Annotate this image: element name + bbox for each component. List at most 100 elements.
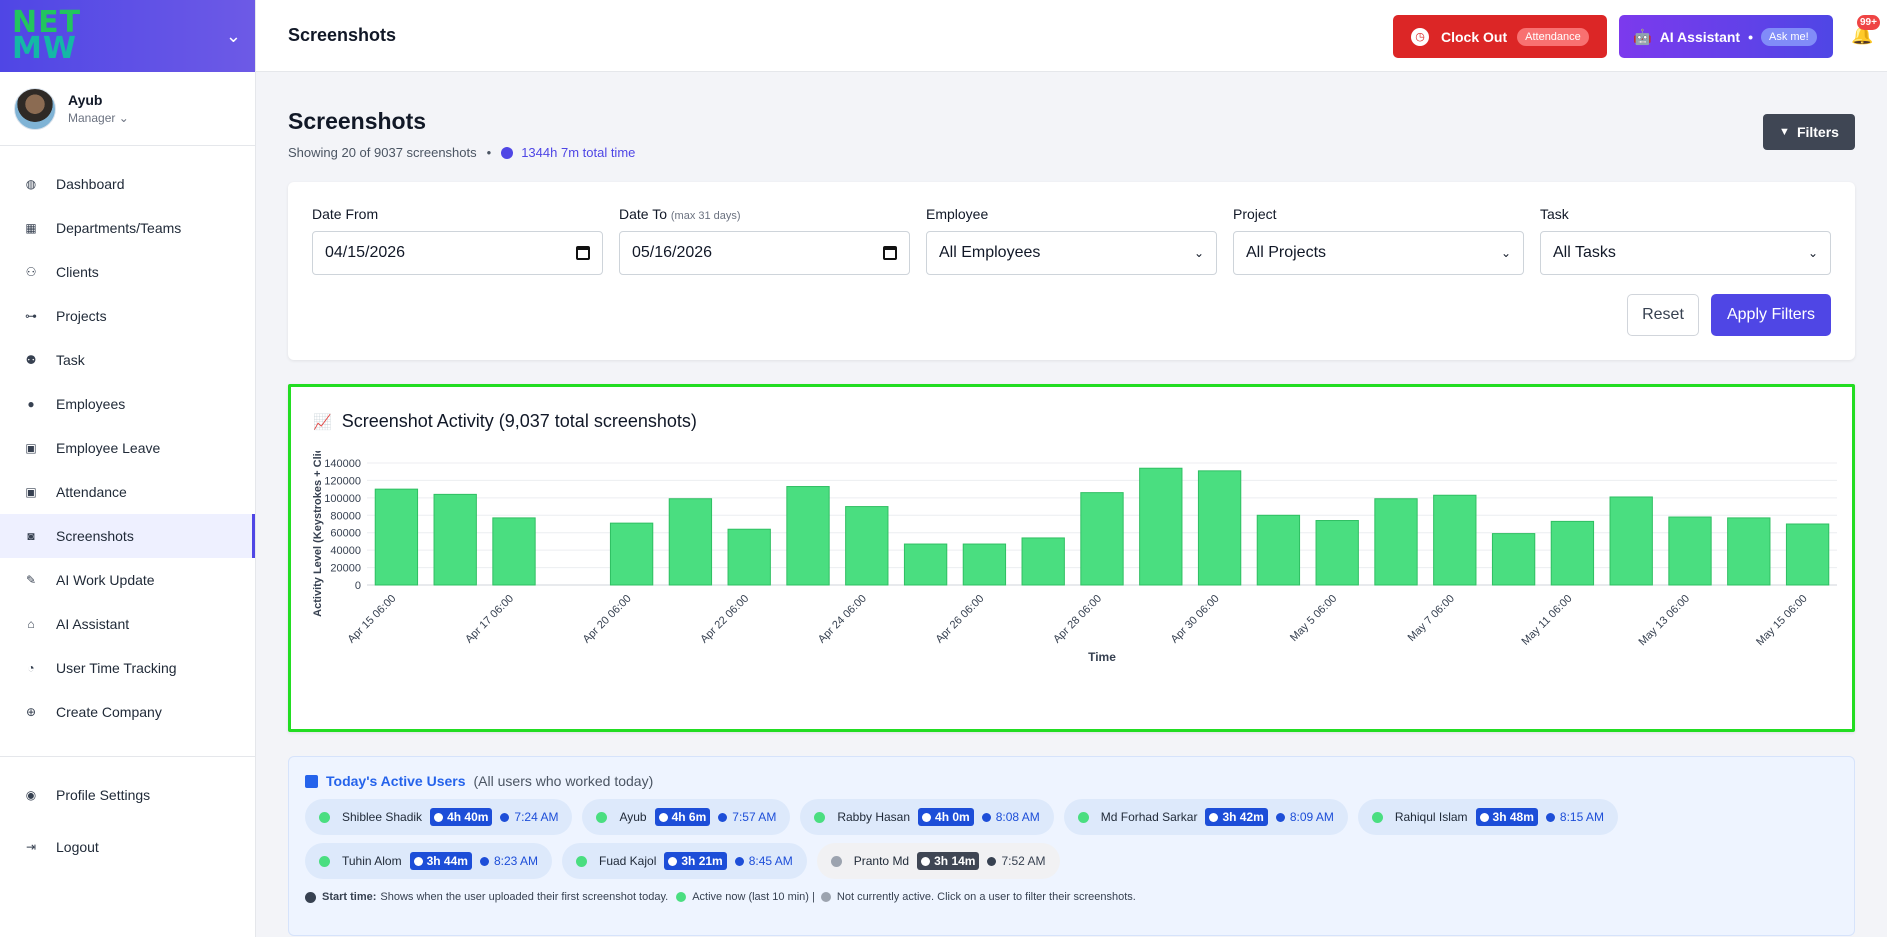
bar-7 <box>786 486 830 586</box>
dashboard-icon: ◍ <box>25 177 37 191</box>
employee-select[interactable]: All Employees ⌄ <box>926 231 1217 275</box>
user-name: Pranto Md <box>853 854 910 868</box>
active-user-chip[interactable]: Tuhin Alom 3h 44m 8:23 AM <box>305 843 552 879</box>
total-time: 1344h 7m total time <box>501 145 635 160</box>
start-time: 7:52 AM <box>987 854 1046 868</box>
duration-badge: 3h 21m <box>664 852 727 870</box>
duration-badge: 4h 6m <box>654 808 711 826</box>
play-icon <box>479 856 489 866</box>
x-tick-label: Apr 24 06:00 <box>816 593 869 646</box>
sidebar-item-projects[interactable]: ⊶ Projects <box>0 294 255 338</box>
status-dot <box>1371 811 1383 823</box>
sidebar-item-profile-settings[interactable]: ◉ Profile Settings <box>0 769 255 821</box>
sidebar-item-attendance[interactable]: ▣ Attendance <box>0 470 255 514</box>
active-user-chip[interactable]: Pranto Md 3h 14m 7:52 AM <box>816 843 1060 879</box>
clock-icon <box>668 856 678 866</box>
building-icon: ▦ <box>25 221 37 235</box>
calendar-icon[interactable] <box>883 246 897 260</box>
start-time: 7:57 AM <box>718 810 776 824</box>
project-label: Project <box>1233 206 1277 222</box>
user-name: Fuad Kajol <box>598 854 657 868</box>
sidebar-item-user-time-tracking[interactable]: ◔ User Time Tracking <box>0 646 255 690</box>
filters-toggle-button[interactable]: ▼ Filters <box>1763 114 1855 150</box>
y-tick-label: 0 <box>355 580 361 592</box>
active-user-chip[interactable]: Md Forhad Sarkar 3h 42m 8:09 AM <box>1063 799 1348 835</box>
plus-circle-icon: ⊕ <box>25 705 37 719</box>
duration-badge: 3h 14m <box>917 852 980 870</box>
screenshot-count: Showing 20 of 9037 screenshots <box>288 145 477 160</box>
company-logo[interactable]: NET MW <box>12 7 116 65</box>
sidebar-item-screenshots[interactable]: ◙ Screenshots <box>0 514 255 558</box>
project-select[interactable]: All Projects ⌄ <box>1233 231 1524 275</box>
user-name: Ayub <box>68 92 103 108</box>
ask-me-pill: Ask me! <box>1760 27 1817 46</box>
task-select[interactable]: All Tasks ⌄ <box>1540 231 1831 275</box>
bar-24 <box>1785 523 1830 586</box>
bar-18 <box>1433 494 1477 586</box>
bar-2 <box>492 517 536 586</box>
sidebar: NET MW ⌄ Ayub Manager ⌄ ◍ Dashboard ▦ Depar… <box>0 0 256 937</box>
active-user-chip[interactable]: Shiblee Shadik 4h 40m 7:24 AM <box>305 799 573 835</box>
active-user-chip[interactable]: Ayub 4h 6m 7:57 AM <box>582 799 791 835</box>
chevron-down-icon[interactable]: ⌄ <box>226 26 241 47</box>
play-icon <box>981 812 991 822</box>
x-axis-title: Time <box>1088 650 1116 664</box>
top-bar: Screenshots ◷ Clock Out Attendance 🤖 AI … <box>256 0 1887 72</box>
active-status-dot <box>676 892 687 902</box>
brand-bar: NET MW ⌄ <box>0 0 255 72</box>
user-name: Md Forhad Sarkar <box>1100 810 1198 824</box>
nav-divider <box>0 756 255 757</box>
x-tick-label: Apr 30 06:00 <box>1169 593 1222 646</box>
task-label: Task <box>1540 206 1569 222</box>
x-tick-label: Apr 22 06:00 <box>698 593 751 646</box>
y-tick-label: 60000 <box>330 528 361 540</box>
sidebar-item-create-company[interactable]: ⊕ Create Company <box>0 690 255 734</box>
bar-8 <box>845 506 889 586</box>
active-user-chip[interactable]: Rahiqul Islam 3h 48m 8:15 AM <box>1357 799 1618 835</box>
sidebar-item-ai-assistant[interactable]: ⌂ AI Assistant <box>0 602 255 646</box>
active-users-list: Shiblee Shadik 4h 40m 7:24 AM Ayub 4h 6m 7:57… <box>305 799 1725 879</box>
sidebar-item-task[interactable]: ⚉ Task <box>0 338 255 382</box>
user-profile[interactable]: Ayub Manager ⌄ <box>0 72 255 146</box>
sidebar-item-dashboard[interactable]: ◍ Dashboard <box>0 162 255 206</box>
date-from-input[interactable]: 04/15/2026 <box>312 231 603 275</box>
bar-4 <box>609 522 654 586</box>
sidebar-nav-bottom: ◉ Profile Settings ⇥ Logout <box>0 769 255 873</box>
sidebar-item-departments-teams[interactable]: ▦ Departments/Teams <box>0 206 255 250</box>
clock-icon <box>922 812 932 822</box>
sidebar-item-logout[interactable]: ⇥ Logout <box>0 821 255 873</box>
sidebar-item-label: AI Assistant <box>56 616 130 632</box>
x-tick-label: May 7 06:00 <box>1406 593 1457 644</box>
clock-icon <box>1479 812 1489 822</box>
active-user-chip[interactable]: Rabby Hasan 4h 0m 8:08 AM <box>800 799 1054 835</box>
status-dot <box>596 811 608 823</box>
clock-icon <box>413 856 423 866</box>
clock-icon: ◷ <box>1411 27 1429 46</box>
y-tick-label: 80000 <box>330 510 361 522</box>
x-tick-label: Apr 15 06:00 <box>345 593 398 646</box>
calendar-icon[interactable] <box>576 246 590 260</box>
status-dot <box>1077 811 1089 823</box>
start-time: 7:24 AM <box>500 810 558 824</box>
y-tick-label: 20000 <box>330 563 361 575</box>
sidebar-item-clients[interactable]: ⚇ Clients <box>0 250 255 294</box>
sidebar-item-employee-leave[interactable]: ▣ Employee Leave <box>0 426 255 470</box>
apply-filters-button[interactable]: Apply Filters <box>1711 294 1831 336</box>
date-to-input[interactable]: 05/16/2026 <box>619 231 910 275</box>
active-users-panel: Today's Active Users (All users who work… <box>288 756 1855 936</box>
ai-assistant-button[interactable]: 🤖 AI Assistant • Ask me! <box>1619 15 1833 58</box>
user-role[interactable]: Manager ⌄ <box>68 111 129 125</box>
sidebar-item-label: Task <box>56 352 85 368</box>
sidebar-item-label: Departments/Teams <box>56 220 182 236</box>
clock-out-button[interactable]: ◷ Clock Out Attendance <box>1393 15 1607 58</box>
notification-bell-icon[interactable]: 🔔 99+ <box>1851 14 1880 49</box>
x-tick-label: Apr 28 06:00 <box>1051 593 1104 646</box>
sidebar-item-employees[interactable]: ● Employees <box>0 382 255 426</box>
page-subtitle: Showing 20 of 9037 screenshots • 1344h 7… <box>288 145 636 160</box>
reset-button[interactable]: Reset <box>1627 294 1699 336</box>
start-time: 8:08 AM <box>981 810 1040 824</box>
active-user-chip[interactable]: Fuad Kajol 3h 21m 8:45 AM <box>561 843 807 879</box>
sidebar-item-ai-work-update[interactable]: ✎ AI Work Update <box>0 558 255 602</box>
bar-14 <box>1197 470 1242 586</box>
logout-icon: ⇥ <box>25 840 37 854</box>
